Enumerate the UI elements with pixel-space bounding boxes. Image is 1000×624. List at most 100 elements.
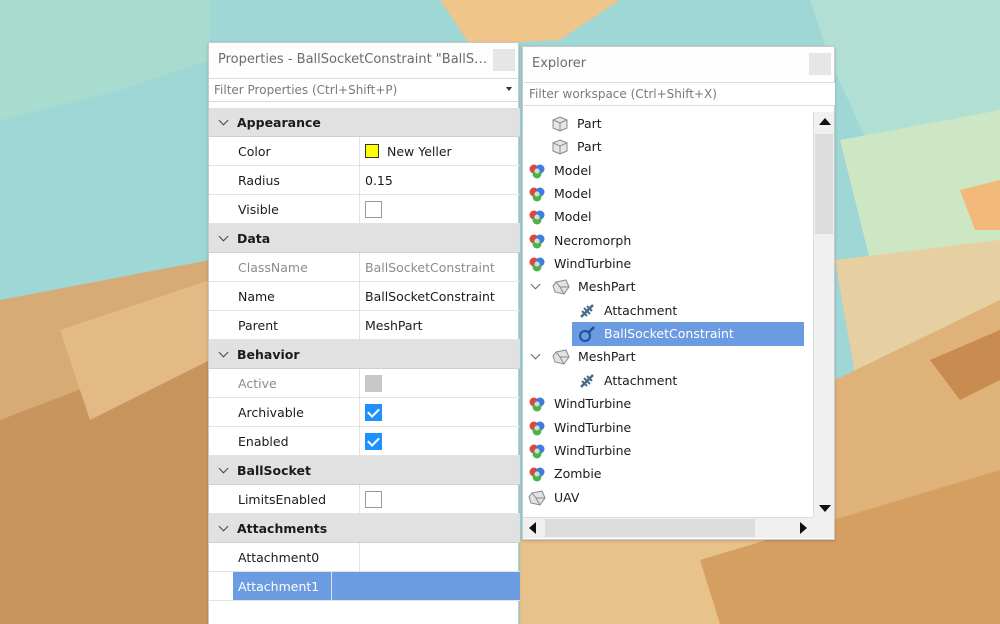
property-row-classname: ClassName BallSocketConstraint: [209, 253, 520, 282]
tree-item[interactable]: Model: [528, 205, 596, 228]
property-value: [360, 369, 520, 397]
scrollbar-corner: [813, 517, 834, 538]
model-icon: [528, 442, 546, 460]
visible-checkbox[interactable]: [365, 200, 382, 218]
model-icon: [528, 232, 546, 250]
filter-workspace-input[interactable]: Filter workspace (Ctrl+Shift+X): [524, 82, 835, 106]
category-attachments[interactable]: Attachments: [209, 514, 520, 543]
enabled-checkbox[interactable]: [365, 432, 382, 450]
property-name: Visible: [237, 195, 360, 223]
category-label: BallSocket: [237, 462, 311, 478]
tree-item-label: UAV: [554, 490, 580, 505]
category-behavior[interactable]: Behavior: [209, 340, 520, 369]
tree-item-selected[interactable]: BallSocketConstraint: [578, 322, 738, 345]
property-row-name[interactable]: Name BallSocketConstraint: [209, 282, 520, 311]
property-row-radius[interactable]: Radius 0.15: [209, 166, 520, 195]
category-label: Behavior: [237, 346, 300, 362]
dropdown-caret-icon[interactable]: [506, 87, 512, 91]
tree-item-label: Model: [554, 163, 592, 178]
meshpart-icon: [552, 348, 570, 366]
scroll-up-arrow-icon[interactable]: [819, 118, 831, 125]
property-value[interactable]: New Yeller: [360, 137, 520, 165]
tree-item-label: Model: [554, 186, 592, 201]
tree-item-label: MeshPart: [578, 349, 636, 364]
explorer-horizontal-scrollbar[interactable]: [523, 517, 813, 538]
name-value[interactable]: BallSocketConstraint: [360, 282, 520, 310]
tree-item-label: Part: [577, 116, 602, 131]
attachment0-value[interactable]: [360, 543, 520, 571]
chevron-down-icon[interactable]: [209, 347, 237, 357]
archivable-checkbox[interactable]: [365, 403, 382, 421]
property-row-archivable[interactable]: Archivable: [209, 398, 520, 427]
chevron-down-icon[interactable]: [209, 521, 237, 531]
property-name: Attachment0: [237, 543, 360, 571]
tree-item[interactable]: WindTurbine: [528, 416, 635, 439]
scroll-left-arrow-icon[interactable]: [529, 522, 536, 534]
property-row-limitsenabled[interactable]: LimitsEnabled: [209, 485, 520, 514]
property-row-parent[interactable]: Parent MeshPart: [209, 311, 520, 340]
property-name: ClassName: [237, 253, 360, 281]
active-checkbox: [365, 374, 382, 392]
tree-item[interactable]: MeshPart: [552, 345, 640, 368]
scroll-down-arrow-icon[interactable]: [819, 505, 831, 512]
filter-workspace-placeholder: Filter workspace (Ctrl+Shift+X): [529, 87, 717, 101]
tree-item-label: WindTurbine: [554, 396, 632, 411]
category-label: Data: [237, 230, 271, 246]
category-data[interactable]: Data: [209, 224, 520, 253]
tree-item[interactable]: Zombie: [528, 462, 606, 485]
attachment-icon: [578, 302, 596, 320]
category-ballsocket[interactable]: BallSocket: [209, 456, 520, 485]
properties-titlebar[interactable]: Properties - BallSocketConstraint "BallS…: [209, 43, 518, 75]
property-row-attachment0[interactable]: Attachment0: [209, 543, 520, 572]
property-value: [360, 485, 520, 513]
tree-item[interactable]: Model: [528, 159, 596, 182]
category-appearance[interactable]: Appearance: [209, 108, 520, 137]
tree-item[interactable]: UAV: [528, 486, 583, 509]
property-row-attachment1[interactable]: Attachment1: [209, 572, 520, 601]
filter-properties-input[interactable]: Filter Properties (Ctrl+Shift+P): [209, 78, 518, 102]
model-icon: [528, 419, 546, 437]
radius-value[interactable]: 0.15: [360, 166, 520, 194]
properties-panel: Properties - BallSocketConstraint "BallS…: [208, 42, 520, 624]
tree-item-label: WindTurbine: [554, 443, 632, 458]
tree-item[interactable]: Part: [551, 112, 606, 135]
property-row-enabled[interactable]: Enabled: [209, 427, 520, 456]
tree-item[interactable]: Model: [528, 182, 596, 205]
model-icon: [528, 255, 546, 273]
property-name: Enabled: [237, 427, 360, 455]
limitsenabled-checkbox[interactable]: [365, 490, 382, 508]
tree-item-label: WindTurbine: [554, 420, 632, 435]
tree-item[interactable]: WindTurbine: [528, 252, 635, 275]
property-row-visible[interactable]: Visible: [209, 195, 520, 224]
parent-value[interactable]: MeshPart: [360, 311, 520, 339]
tree-item[interactable]: WindTurbine: [528, 392, 635, 415]
tree-item[interactable]: WindTurbine: [528, 439, 635, 462]
tree-item[interactable]: MeshPart: [552, 275, 640, 298]
chevron-down-icon[interactable]: [209, 231, 237, 241]
category-label: Appearance: [237, 114, 321, 130]
properties-list: Appearance Color New Yeller Radius 0.15 …: [209, 108, 520, 601]
explorer-titlebar[interactable]: Explorer: [523, 47, 834, 79]
part-icon: [551, 138, 569, 156]
meshpart-icon: [528, 489, 546, 507]
property-value: [360, 398, 520, 426]
scroll-thumb[interactable]: [815, 134, 833, 234]
scroll-thumb[interactable]: [545, 519, 755, 537]
tree-item[interactable]: Attachment: [578, 299, 681, 322]
panel-close-button[interactable]: [493, 49, 515, 71]
property-name: Color: [237, 137, 360, 165]
tree-item[interactable]: Part: [551, 135, 606, 158]
part-icon: [551, 115, 569, 133]
chevron-down-icon[interactable]: [209, 115, 237, 125]
scroll-right-arrow-icon[interactable]: [800, 522, 807, 534]
property-value: [360, 427, 520, 455]
attachment1-value[interactable]: [332, 572, 520, 600]
panel-close-button[interactable]: [809, 53, 831, 75]
color-swatch[interactable]: [365, 144, 379, 158]
tree-item[interactable]: Attachment: [578, 369, 681, 392]
chevron-down-icon[interactable]: [209, 463, 237, 473]
property-row-color[interactable]: Color New Yeller: [209, 137, 520, 166]
model-icon: [528, 465, 546, 483]
explorer-vertical-scrollbar[interactable]: [813, 112, 834, 518]
tree-item[interactable]: Necromorph: [528, 229, 635, 252]
